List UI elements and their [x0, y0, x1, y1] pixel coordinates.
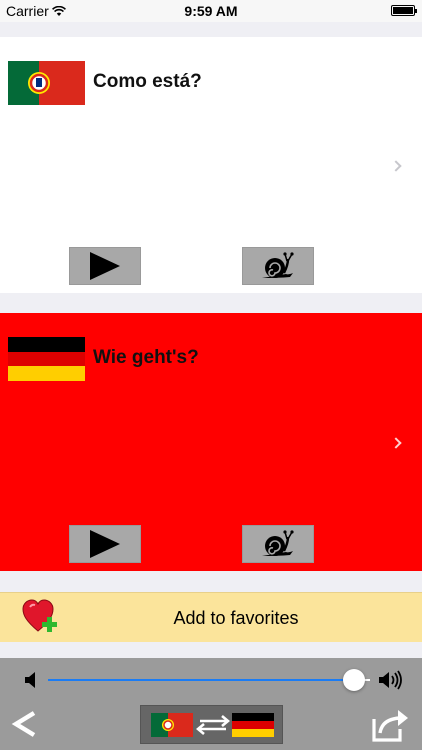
volume-slider-fill: [48, 679, 354, 681]
germany-flag-icon: [8, 337, 85, 381]
chevron-right-icon[interactable]: [390, 437, 402, 449]
target-play-button[interactable]: [69, 525, 141, 563]
source-slow-play-button[interactable]: [242, 247, 314, 285]
bottom-toolbar: [0, 658, 422, 750]
snail-icon: [262, 252, 294, 278]
chevron-right-icon[interactable]: [390, 160, 402, 172]
target-phrase-card[interactable]: Wie geht's?: [0, 313, 422, 571]
target-phrase-text: Wie geht's?: [93, 347, 199, 368]
portugal-flag-icon: [151, 713, 193, 737]
clock: 9:59 AM: [184, 3, 238, 19]
add-to-favorites-label: Add to favorites: [173, 608, 299, 628]
status-bar: Carrier 9:59 AM: [0, 0, 422, 22]
source-play-button[interactable]: [69, 247, 141, 285]
speaker-low-icon: [25, 672, 35, 688]
language-swap-button[interactable]: [140, 705, 283, 744]
source-phrase-card[interactable]: Como está?: [0, 37, 422, 293]
snail-icon: [262, 530, 294, 556]
germany-flag-icon: [232, 713, 274, 737]
portugal-flag-icon: [8, 61, 85, 105]
volume-slider[interactable]: [48, 679, 370, 681]
source-phrase-text: Como está?: [93, 71, 202, 92]
add-to-favorites-button[interactable]: Add to favorites: [0, 592, 422, 642]
speaker-high-icon: [379, 670, 402, 690]
back-icon[interactable]: [10, 708, 40, 740]
battery-icon: [391, 5, 417, 16]
volume-slider-thumb[interactable]: [342, 669, 365, 691]
play-icon: [90, 252, 120, 280]
share-icon[interactable]: [370, 707, 410, 743]
target-slow-play-button[interactable]: [242, 525, 314, 563]
swap-arrows-icon: [196, 715, 230, 735]
play-icon: [90, 530, 120, 558]
